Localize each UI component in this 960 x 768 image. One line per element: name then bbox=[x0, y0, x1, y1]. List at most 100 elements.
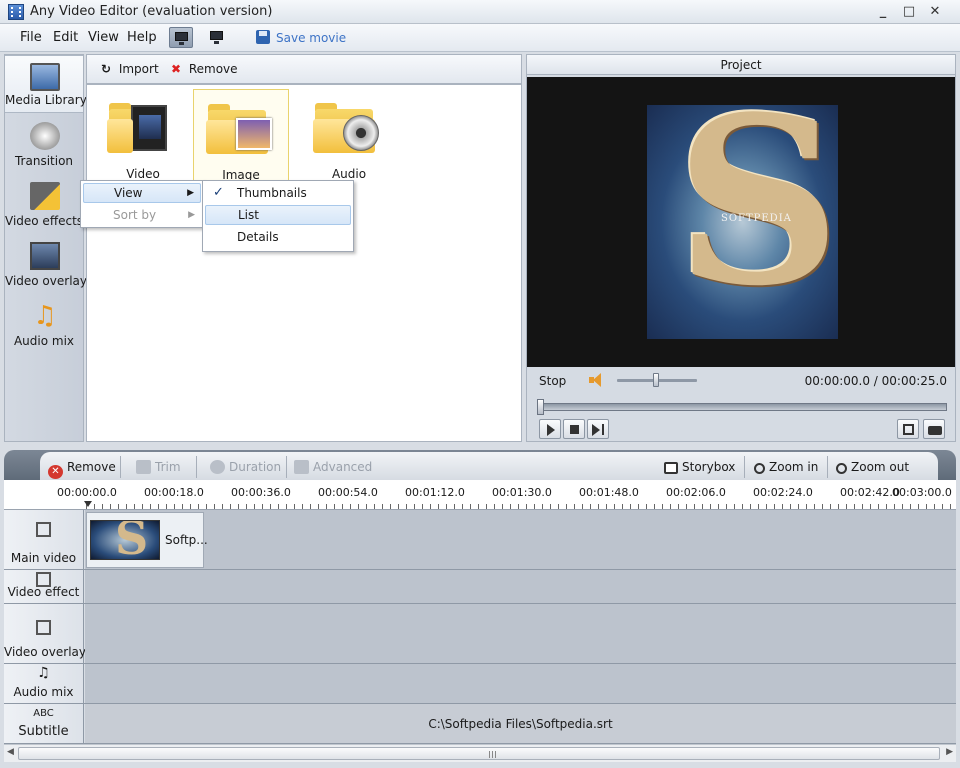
clock-icon bbox=[210, 460, 225, 474]
zoom-in-button[interactable]: Zoom in bbox=[754, 460, 818, 474]
button-label: Trim bbox=[155, 460, 181, 474]
transition-icon bbox=[30, 122, 60, 150]
preview-watermark: SOFTPEDIA bbox=[721, 213, 792, 224]
submenu-arrow-icon: ▶ bbox=[188, 210, 195, 220]
trim-button[interactable]: Trim bbox=[136, 460, 181, 474]
volume-slider-thumb[interactable] bbox=[653, 373, 659, 387]
context-menu-view[interactable]: View ▶ bbox=[83, 183, 201, 203]
scrollbar-thumb[interactable] bbox=[18, 747, 940, 760]
sidebar-item-video-effects[interactable]: Video effects bbox=[5, 175, 83, 233]
track-label-text: Video effect bbox=[7, 585, 80, 599]
minimize-button[interactable]: _ bbox=[872, 3, 894, 21]
track-label: Main video bbox=[4, 510, 84, 569]
ruler-tick-label: 00:02:42.0 bbox=[840, 486, 900, 499]
zoom-out-icon bbox=[836, 463, 847, 474]
context-menu: View ▶ Sort by ▶ bbox=[80, 180, 204, 228]
storybox-button[interactable]: Storybox bbox=[664, 460, 735, 474]
trim-icon bbox=[136, 460, 151, 474]
stop-icon bbox=[570, 425, 579, 434]
title-bar: Any Video Editor (evaluation version) _ … bbox=[0, 0, 960, 24]
clip-thumbnail-letter: S bbox=[115, 520, 149, 560]
seek-thumb[interactable] bbox=[537, 399, 544, 415]
ruler-tick-label: 00:00:00.0 bbox=[57, 486, 117, 499]
seek-bar[interactable] bbox=[539, 403, 947, 411]
track-audio-mix: ♫ Audio mix bbox=[4, 664, 956, 704]
music-note-icon: ♫ bbox=[33, 301, 57, 331]
scroll-left-icon[interactable]: ◀ bbox=[7, 747, 14, 757]
ruler-tick-label: 00:03:00.0 bbox=[892, 486, 952, 499]
track-area[interactable]: S Softp... bbox=[85, 510, 956, 569]
maximize-button[interactable]: □ bbox=[898, 3, 920, 21]
submenu-arrow-icon: ▶ bbox=[187, 188, 194, 198]
sidebar-item-video-overlay[interactable]: Video overlay bbox=[5, 235, 87, 293]
next-icon bbox=[592, 424, 600, 436]
audio-folder[interactable]: Audio bbox=[301, 89, 397, 185]
button-label: Duration bbox=[229, 460, 282, 474]
menu-bar: File Edit View Help Save movie bbox=[0, 24, 960, 52]
track-label-text: Subtitle bbox=[18, 724, 69, 739]
refresh-icon: ↻ bbox=[101, 62, 112, 76]
submenu-list[interactable]: List bbox=[205, 205, 351, 225]
ruler-tick-label: 00:02:06.0 bbox=[666, 486, 726, 499]
sidebar-item-audio-mix[interactable]: ♫ Audio mix bbox=[5, 295, 83, 353]
storybox-icon bbox=[664, 462, 678, 474]
duration-button[interactable]: Duration bbox=[210, 460, 281, 474]
video-folder[interactable]: Video bbox=[95, 89, 191, 185]
fullscreen-button[interactable] bbox=[897, 419, 919, 439]
timeline-view-button[interactable] bbox=[205, 27, 229, 48]
checkmark-icon: ✓ bbox=[213, 185, 224, 200]
timeline-clip[interactable]: S Softp... bbox=[86, 512, 208, 568]
app-icon bbox=[8, 4, 24, 20]
import-label: Import bbox=[118, 62, 159, 76]
track-area[interactable] bbox=[85, 664, 956, 703]
menu-edit[interactable]: Edit bbox=[53, 30, 78, 45]
menu-file[interactable]: File bbox=[20, 30, 42, 45]
monitor-icon bbox=[175, 32, 188, 41]
subtitle-file-path[interactable]: C:\Softpedia Files\Softpedia.srt bbox=[85, 704, 956, 743]
context-menu-sort-by[interactable]: Sort by ▶ bbox=[83, 205, 201, 225]
video-preview: S SOFTPEDIA bbox=[527, 77, 955, 367]
close-button[interactable]: ✕ bbox=[924, 3, 946, 21]
save-movie-label: Save movie bbox=[276, 31, 347, 45]
music-note-icon: ♫ bbox=[37, 665, 50, 681]
snapshot-button[interactable] bbox=[923, 419, 945, 439]
button-label: Advanced bbox=[313, 460, 373, 474]
import-button[interactable]: ↻ Import bbox=[101, 62, 159, 76]
sidebar-item-transition[interactable]: Transition bbox=[5, 115, 83, 173]
scroll-right-icon[interactable]: ▶ bbox=[946, 747, 953, 757]
play-button[interactable] bbox=[539, 419, 561, 439]
image-folder[interactable]: Image bbox=[193, 89, 289, 185]
track-area[interactable] bbox=[85, 604, 956, 663]
film-strip-icon bbox=[131, 105, 167, 151]
next-button[interactable] bbox=[587, 419, 609, 439]
project-panel: Project S SOFTPEDIA Stop 00:00:00.0 / 00… bbox=[526, 54, 956, 442]
menu-view[interactable]: View bbox=[88, 30, 119, 45]
track-area[interactable] bbox=[85, 570, 956, 603]
sidebar-item-label: Video effects bbox=[5, 214, 84, 228]
track-main-video: Main video S Softp... bbox=[4, 510, 956, 570]
zoom-out-button[interactable]: Zoom out bbox=[836, 460, 909, 474]
button-label: Zoom out bbox=[851, 460, 910, 474]
playhead-marker[interactable] bbox=[84, 501, 92, 507]
timeline-ruler[interactable]: 00:00:00.0 00:00:18.0 00:00:36.0 00:00:5… bbox=[4, 480, 956, 510]
timeline-toolbar: ✕ Remove Trim Duration Advanced Storybox … bbox=[4, 450, 956, 480]
disk-icon bbox=[256, 30, 270, 44]
submenu-details[interactable]: Details bbox=[205, 227, 351, 247]
video-overlay-icon bbox=[30, 242, 60, 270]
menu-item-label: List bbox=[238, 208, 259, 222]
menu-item-label: View bbox=[114, 186, 143, 200]
advanced-button[interactable]: Advanced bbox=[294, 460, 372, 474]
sidebar-item-media-library[interactable]: Media Library bbox=[5, 55, 87, 113]
submenu-thumbnails[interactable]: ✓ Thumbnails bbox=[205, 183, 351, 203]
clip-label: Softp... bbox=[165, 533, 208, 547]
timeline-remove-button[interactable]: ✕ Remove bbox=[48, 460, 116, 479]
volume-icon[interactable] bbox=[589, 373, 605, 387]
monitor-icon bbox=[210, 31, 223, 40]
photo-icon bbox=[236, 118, 272, 150]
menu-help[interactable]: Help bbox=[127, 30, 157, 45]
remove-button[interactable]: ✖ Remove bbox=[171, 62, 238, 76]
stop-button[interactable] bbox=[563, 419, 585, 439]
timeline-scrollbar[interactable]: ◀ ▶ bbox=[4, 744, 956, 762]
video-effects-icon bbox=[30, 182, 60, 210]
storyboard-view-button[interactable] bbox=[169, 27, 193, 48]
